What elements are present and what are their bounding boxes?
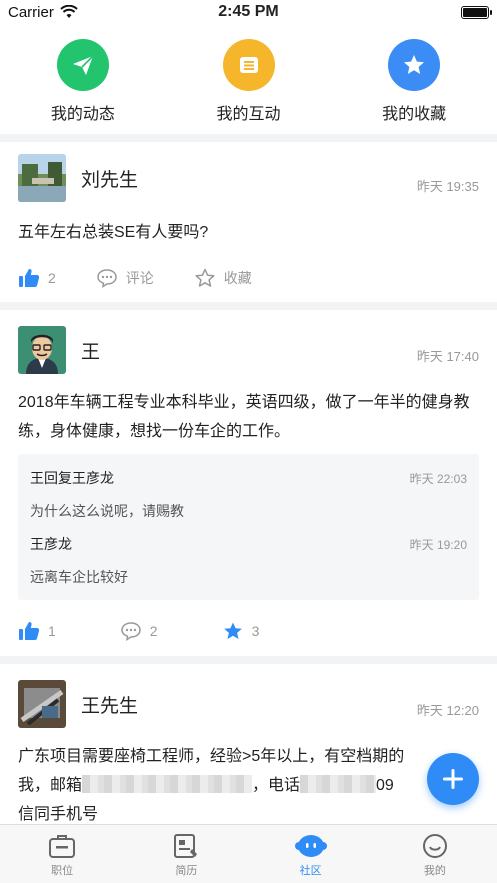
reply-text: 为什么这么说呢，请赐教 <box>30 503 184 519</box>
post-content-line: 我，邮箱 ，电话 09 <box>18 771 479 800</box>
profile-icon <box>422 834 447 858</box>
status-bar: Carrier 2:45 PM <box>0 0 497 26</box>
battery-icon <box>461 6 492 19</box>
comment-icon <box>121 622 141 641</box>
plus-icon <box>443 769 463 789</box>
avatar[interactable] <box>18 154 66 202</box>
reply-item[interactable]: 王回复王彦龙 昨天 22:03 为什么这么说呢，请赐教 <box>30 460 467 526</box>
tab-resume[interactable]: 简历 <box>124 825 248 883</box>
thumbs-up-icon <box>19 269 40 287</box>
post-card[interactable]: 王 昨天 17:40 2018年车辆工程专业本科毕业，英语四级，做了一年半的健身… <box>0 310 497 656</box>
post-time: 昨天 17:40 <box>416 349 479 364</box>
comment-button[interactable]: 评论 <box>96 268 154 288</box>
star-icon <box>388 39 441 91</box>
avatar[interactable] <box>18 326 66 374</box>
paper-plane-icon <box>56 39 109 91</box>
post-content-line: 广东项目需要座椅工程师，经验>5年以上，有空档期的 <box>18 748 405 765</box>
author-name[interactable]: 王 <box>81 337 100 364</box>
tab-label: 职位 <box>51 865 74 877</box>
reply-time: 昨天 19:20 <box>409 538 467 552</box>
favorite-count: 3 <box>251 623 260 639</box>
star-outline-icon <box>195 268 215 287</box>
like-button[interactable]: 2 <box>18 268 56 288</box>
clock: 2:45 PM <box>218 3 279 20</box>
resume-icon <box>174 834 198 858</box>
reply-list: 王回复王彦龙 昨天 22:03 为什么这么说呢，请赐教 王彦龙 昨天 19:20… <box>18 454 479 600</box>
comment-button[interactable]: 2 <box>120 621 158 641</box>
redacted-phone <box>300 775 377 793</box>
author-name[interactable]: 王先生 <box>81 691 138 718</box>
post-card[interactable]: 刘先生 昨天 19:35 五年左右总装SE有人要吗? 2 评论 收藏 <box>0 142 497 302</box>
star-filled-icon <box>223 622 242 639</box>
thumbs-up-icon <box>19 622 40 640</box>
favorite-button[interactable]: 收藏 <box>194 268 252 288</box>
new-post-button[interactable] <box>427 753 479 805</box>
feed: 刘先生 昨天 19:35 五年左右总装SE有人要吗? 2 评论 收藏 王 昨天 … <box>0 134 497 864</box>
my-posts-label: 我的动态 <box>50 106 115 123</box>
tab-profile[interactable]: 我的 <box>373 825 497 883</box>
post-time: 昨天 19:35 <box>416 179 479 194</box>
quick-nav: 我的动态 我的互动 我的收藏 <box>0 26 497 134</box>
tab-bar: 职位 简历 社区 我的 <box>0 824 497 883</box>
avatar[interactable] <box>18 680 66 728</box>
favorite-label: 收藏 <box>223 270 252 286</box>
reply-author: 王彦龙 <box>30 536 72 552</box>
content-text: ，电话 <box>252 777 301 794</box>
comment-icon <box>97 269 117 288</box>
tab-community[interactable]: 社区 <box>249 825 373 883</box>
tab-label: 社区 <box>299 865 322 877</box>
tab-jobs[interactable]: 职位 <box>0 825 124 883</box>
my-favorites-button[interactable]: 我的收藏 <box>331 26 497 134</box>
post-content: 2018年车辆工程专业本科毕业，英语四级，做了一年半的健身教练，身体健康，想找一… <box>18 394 470 440</box>
like-button[interactable]: 1 <box>18 621 56 641</box>
redacted-email <box>82 775 253 793</box>
comment-label: 评论 <box>125 270 154 286</box>
favorite-button[interactable]: 3 <box>222 621 260 641</box>
my-favorites-label: 我的收藏 <box>382 106 447 123</box>
post-content: 广东项目需要座椅工程师，经验>5年以上，有空档期的 我，邮箱 ，电话 09 信同手机… <box>18 742 479 829</box>
my-posts-button[interactable]: 我的动态 <box>0 26 166 134</box>
briefcase-icon <box>49 835 76 858</box>
my-interactions-label: 我的互动 <box>216 106 281 123</box>
my-interactions-button[interactable]: 我的互动 <box>166 26 332 134</box>
reply-author: 王回复王彦龙 <box>30 470 114 486</box>
reply-item[interactable]: 王彦龙 昨天 19:20 远离车企比较好 <box>30 526 467 592</box>
post-content: 五年左右总装SE有人要吗? <box>18 224 209 241</box>
reply-time: 昨天 22:03 <box>409 472 467 486</box>
content-text: 我，邮箱 <box>18 777 83 794</box>
comment-count: 2 <box>149 623 158 639</box>
reply-text: 远离车企比较好 <box>30 569 128 585</box>
community-icon <box>294 835 327 857</box>
like-count: 1 <box>48 623 56 639</box>
tab-label: 简历 <box>175 865 198 877</box>
post-time: 昨天 12:20 <box>416 703 479 718</box>
tab-label: 我的 <box>423 865 446 877</box>
content-text: 09 <box>376 777 394 794</box>
author-name[interactable]: 刘先生 <box>81 165 138 192</box>
interaction-icon <box>222 39 275 91</box>
like-count: 2 <box>48 270 56 286</box>
